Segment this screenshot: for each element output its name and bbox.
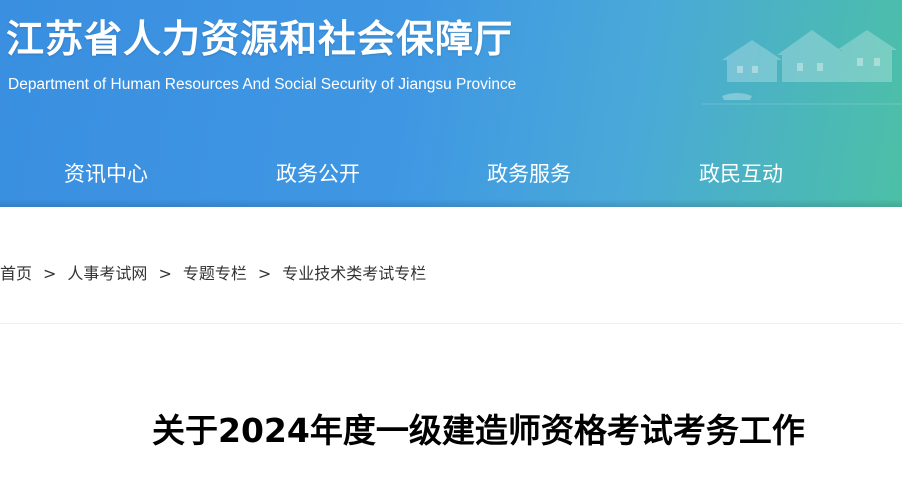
- nav-item-news-center[interactable]: 资讯中心: [64, 158, 148, 188]
- breadcrumb-separator: >: [43, 264, 57, 283]
- nav-item-government-affairs[interactable]: 政务公开: [276, 158, 360, 188]
- site-subtitle: Department of Human Resources And Social…: [8, 76, 517, 93]
- site-header: 江苏省人力资源和社会保障厅 Department of Human Resour…: [0, 0, 902, 207]
- breadcrumb-exam-site[interactable]: 人事考试网: [67, 264, 147, 283]
- nav-item-government-services[interactable]: 政务服务: [487, 158, 571, 188]
- breadcrumb: 首页 > 人事考试网 > 专题专栏 > 专业技术类考试专栏: [0, 260, 426, 284]
- main-nav: 资讯中心 政务公开 政务服务 政民互动: [0, 150, 902, 200]
- breadcrumb-separator: >: [257, 264, 272, 283]
- scenery-illustration: [702, 30, 902, 105]
- site-title: 江苏省人力资源和社会保障厅: [6, 17, 514, 61]
- breadcrumb-special-topics[interactable]: 专题专栏: [183, 264, 247, 283]
- divider: [0, 323, 902, 324]
- breadcrumb-professional-exams[interactable]: 专业技术类考试专栏: [282, 264, 426, 283]
- breadcrumb-home[interactable]: 首页: [0, 264, 32, 283]
- nav-item-public-interaction[interactable]: 政民互动: [699, 158, 783, 188]
- breadcrumb-separator: >: [158, 264, 172, 283]
- article-title: 关于2024年度一级建造师资格考试考务工作: [152, 411, 805, 450]
